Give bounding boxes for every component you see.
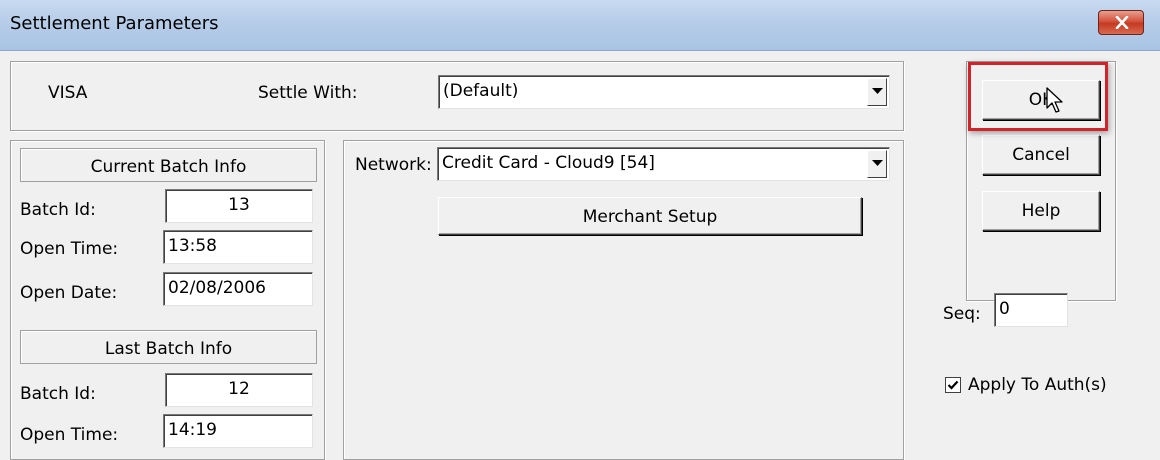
window-title: Settlement Parameters [10,13,219,34]
seq-value: 0 [999,299,1010,319]
close-button[interactable] [1098,10,1144,35]
ok-highlight-box [968,62,1108,131]
network-select[interactable]: Credit Card - Cloud9 [54] [437,147,890,181]
current-open-time-field[interactable]: 13:58 [163,230,313,264]
merchant-setup-button[interactable]: Merchant Setup [438,197,862,235]
current-batch-id-field[interactable]: 13 [165,189,313,223]
mouse-cursor-icon [1046,87,1063,113]
current-batch-heading-text: Current Batch Info [90,157,247,177]
help-label: Help [1021,201,1061,221]
help-button[interactable]: Help [982,191,1100,231]
last-batch-id-field[interactable]: 12 [165,373,313,407]
card-type-label: VISA [48,83,88,103]
network-dropdown-button[interactable] [867,150,887,178]
seq-label: Seq: [943,304,981,324]
last-batch-id-label: Batch Id: [20,384,96,404]
current-open-time-value: 13:58 [168,236,217,256]
current-batch-id-label: Batch Id: [20,200,96,220]
current-batch-heading: Current Batch Info [20,148,317,182]
last-batch-heading-text: Last Batch Info [104,339,233,359]
title-bar: Settlement Parameters [0,0,1160,51]
last-open-time-field[interactable]: 14:19 [163,414,313,448]
close-icon [1115,16,1129,29]
network-label: Network: [355,155,432,175]
apply-to-auth-checkbox[interactable] [945,377,961,393]
apply-to-auth-label[interactable]: Apply To Auth(s) [968,375,1107,395]
settle-with-value: (Default) [443,81,519,101]
current-batch-id-value: 13 [228,195,250,215]
last-open-time-value: 14:19 [168,420,217,440]
settle-with-select[interactable]: (Default) [438,75,890,109]
settle-with-label: Settle With: [258,83,358,103]
chevron-down-icon [872,160,883,166]
seq-field[interactable]: 0 [994,293,1068,327]
dialog-body: VISA Settle With: (Default) Current Batc… [0,51,1160,460]
cancel-button[interactable]: Cancel [982,135,1100,175]
current-open-date-field[interactable]: 02/08/2006 [163,272,313,306]
last-batch-heading: Last Batch Info [20,330,317,364]
merchant-setup-label: Merchant Setup [582,207,718,227]
current-open-time-label: Open Time: [20,239,119,259]
last-batch-id-value: 12 [228,379,250,399]
cancel-label: Cancel [1012,145,1070,165]
last-open-time-label: Open Time: [20,425,119,445]
current-open-date-value: 02/08/2006 [168,278,266,298]
chevron-down-icon [872,88,883,94]
network-value: Credit Card - Cloud9 [54] [442,153,655,173]
network-group [343,140,904,460]
checkmark-icon [947,380,959,390]
settle-with-dropdown-button[interactable] [867,78,887,106]
current-open-date-label: Open Date: [20,283,118,303]
